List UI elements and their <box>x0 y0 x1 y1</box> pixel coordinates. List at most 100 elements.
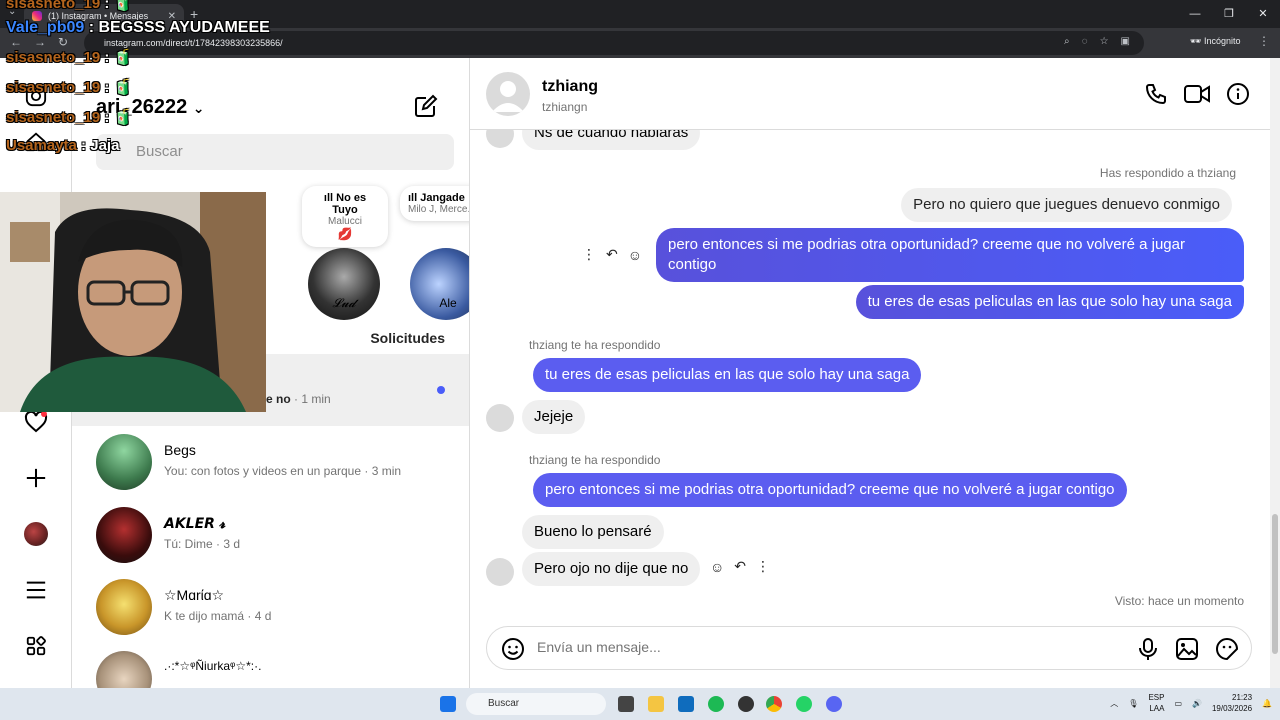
scrollbar-thumb[interactable] <box>1272 514 1278 654</box>
reload-icon[interactable]: ↻ <box>58 35 68 49</box>
conversation-avatar <box>96 579 152 635</box>
info-icon[interactable] <box>1226 82 1250 111</box>
conversation-row[interactable]: .·:*☆ᵠÑiurkaᵠ☆*:·. <box>96 651 456 688</box>
phone-call-icon[interactable] <box>1144 82 1168 111</box>
chrome-icon[interactable] <box>766 696 782 712</box>
minimize-icon[interactable]: — <box>1178 0 1212 28</box>
conversation-time: · 1 min <box>294 392 331 406</box>
browser-menu-icon[interactable]: ⋮ <box>1258 34 1270 48</box>
window-controls: — ❐ ✕ <box>1178 0 1280 28</box>
conversation-row[interactable]: Begs You: con fotos y videos en un parqu… <box>96 434 456 490</box>
emoji-picker-icon[interactable] <box>501 637 525 666</box>
forward-icon[interactable]: → <box>34 35 46 49</box>
volume-icon[interactable]: 🔊 <box>1192 699 1202 708</box>
quoted-message[interactable]: tu eres de esas peliculas en las que sol… <box>533 358 922 392</box>
contact-name[interactable]: tzhiang <box>542 78 598 96</box>
store-icon[interactable] <box>678 696 694 712</box>
incoming-message[interactable]: Bueno lo pensaré <box>522 515 664 549</box>
quoted-message[interactable]: pero entonces si me podrias otra oportun… <box>533 473 1127 507</box>
bookmark-star-icon[interactable]: ☆ <box>1100 36 1109 47</box>
more-apps-icon[interactable] <box>24 634 48 658</box>
input-language[interactable]: ESP LAA <box>1148 692 1164 714</box>
zoom-icon[interactable]: ⌕ <box>1064 36 1070 47</box>
message-actions: ⋮ ↶ ☺ <box>582 246 642 263</box>
conversation-name: .·:*☆ᵠÑiurkaᵠ☆*:·. <box>164 659 262 673</box>
inbox-search-input[interactable]: Buscar <box>96 134 454 170</box>
stream-chat-line: sisasneto_19 : 🧃 <box>6 49 133 66</box>
new-message-icon[interactable] <box>414 94 438 123</box>
conversation-row[interactable]: 𝘼𝙆𝙇𝙀𝙍 𝓻 Tú: Dime · 3 d <box>96 507 456 563</box>
stream-chat-line: Vale_pb09 : BEGSSS AYUDAMEEE <box>6 19 270 36</box>
reply-context: Has respondido a thziang <box>1099 166 1236 180</box>
chat-scrollbar[interactable] <box>1270 58 1280 688</box>
conversation-preview: You: con fotos y videos en un parque <box>164 464 362 478</box>
sticker-icon[interactable] <box>1215 637 1239 666</box>
extensions-icon[interactable]: ▣ <box>1121 36 1130 47</box>
close-window-icon[interactable]: ✕ <box>1246 0 1280 28</box>
requests-link[interactable]: Solicitudes <box>370 330 445 346</box>
microphone-icon[interactable] <box>1137 637 1159 666</box>
note-name: Ale <box>439 296 457 310</box>
task-view-icon[interactable] <box>618 696 634 712</box>
eye-off-icon[interactable]: ◌ <box>1082 36 1088 47</box>
message-actions: ☺ ↶ ⋮ <box>710 558 770 575</box>
file-explorer-icon[interactable] <box>648 696 664 712</box>
outgoing-message[interactable]: pero entonces si me podrias otra oportun… <box>656 228 1244 282</box>
clock[interactable]: 21:23 19/03/2026 <box>1212 692 1252 714</box>
stream-chat-user: sisasneto_19 <box>6 0 101 12</box>
back-icon[interactable]: ← <box>10 35 22 49</box>
omnibox-actions: ⌕ ◌ ☆ ▣ <box>1064 36 1130 47</box>
incognito-badge[interactable]: 🕶 Incógnito <box>1190 36 1240 47</box>
contact-avatar[interactable] <box>486 72 530 116</box>
stream-chat-emoji: 🧃 <box>113 0 133 12</box>
taskbar-search-label: Buscar <box>488 698 520 709</box>
maximize-icon[interactable]: ❐ <box>1212 0 1246 28</box>
reply-context: thziang te ha respondido <box>529 453 661 467</box>
note-bubble[interactable]: ıll No es Tuyo Malucci 💋 <box>302 186 388 247</box>
discord-icon[interactable] <box>826 696 842 712</box>
whatsapp-icon[interactable] <box>796 696 812 712</box>
menu-hamburger-icon[interactable] <box>24 578 48 602</box>
stream-chat-user: Vale_pb09 <box>6 19 85 36</box>
stream-chat-line: Usamayta : Jaja <box>6 137 120 154</box>
url-text: instagram.com/direct/t/17842398303235866… <box>104 38 283 48</box>
create-plus-icon[interactable] <box>24 466 48 490</box>
system-tray: ︿ 🎙 ESP LAA ▭ 🔊 21:23 19/03/2026 🔔 <box>1110 692 1272 714</box>
conversation-time: · 3 d <box>216 537 241 551</box>
video-call-icon[interactable] <box>1184 82 1210 111</box>
notifications-heart-icon[interactable] <box>24 410 48 434</box>
streamer-video <box>0 192 266 412</box>
note-subtitle: Milo J, Merce... <box>408 204 470 215</box>
reply-icon[interactable]: ↶ <box>606 246 618 263</box>
react-emoji-icon[interactable]: ☺ <box>710 559 724 575</box>
outgoing-message[interactable]: tu eres de esas peliculas en las que sol… <box>855 285 1244 319</box>
more-options-icon[interactable]: ⋮ <box>756 558 770 575</box>
react-emoji-icon[interactable]: ☺ <box>628 247 642 263</box>
photo-gallery-icon[interactable] <box>1175 637 1199 666</box>
note-title: No es Tuyo <box>332 192 367 216</box>
more-options-icon[interactable]: ⋮ <box>582 246 596 263</box>
stream-chat-user: sisasneto_19 <box>6 49 101 66</box>
chat-header: tzhiang tzhiangn <box>470 58 1270 130</box>
notifications-bell-icon[interactable]: 🔔 <box>1262 699 1272 708</box>
message-composer <box>486 626 1252 670</box>
network-icon[interactable]: ▭ <box>1174 699 1182 708</box>
message-input[interactable] <box>537 639 1117 655</box>
incoming-message[interactable]: Jejeje <box>522 400 586 434</box>
incoming-message[interactable]: Pero ojo no dije que no <box>522 552 701 586</box>
profile-avatar-icon[interactable] <box>24 522 48 546</box>
spotify-icon[interactable] <box>708 696 724 712</box>
conversation-row[interactable]: ☆Mɑrίɑ☆ K te dijo mamá · 4 d <box>96 579 456 635</box>
obs-icon[interactable] <box>738 696 754 712</box>
note-bubble[interactable]: ıll Jangade Milo J, Merce... <box>400 186 470 221</box>
windows-start-icon[interactable] <box>440 696 456 712</box>
conversation-avatar <box>96 507 152 563</box>
taskbar-search[interactable]: Buscar <box>466 693 606 715</box>
tray-chevron-icon[interactable]: ︿ <box>1110 698 1118 709</box>
quoted-message[interactable]: Pero no quiero que juegues denuevo conmi… <box>901 188 1232 222</box>
tray-mic-icon[interactable]: 🎙 <box>1128 699 1138 708</box>
conversation-panel: tzhiang tzhiangn Ns de cuando hablaras H… <box>470 58 1270 688</box>
reply-icon[interactable]: ↶ <box>734 558 746 575</box>
contact-handle: tzhiangn <box>542 100 588 114</box>
stream-chat-emoji: 🧃 <box>113 49 133 66</box>
